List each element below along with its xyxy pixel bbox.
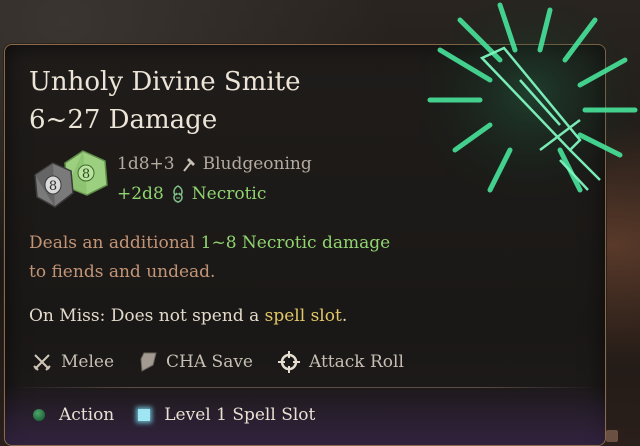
necrotic-skull-icon — [173, 185, 183, 203]
damage-rolls: 1d8+3 Bludgeoning +2d8 Necrotic — [117, 149, 312, 209]
spell-properties: Melee CHA Save Attack Roll — [31, 350, 428, 374]
spell-title-block: Unholy Divine Smite 6~27 Damage — [29, 63, 301, 139]
spell-cost: Action Level 1 Spell Slot — [33, 405, 339, 425]
cost-action: Action — [33, 405, 114, 425]
on-miss-text: On Miss: Does not spend a spell slot. — [29, 301, 347, 331]
footer-divider — [15, 387, 595, 388]
spell-description: Deals an additional 1~8 Necrotic damage … — [29, 229, 449, 287]
description-prefix: Deals an additional — [29, 233, 201, 253]
property-save: CHA Save — [138, 351, 253, 373]
action-dot-icon — [33, 409, 45, 421]
spell-name: Unholy Divine Smite — [29, 67, 301, 97]
d8-front-die: 8 — [34, 162, 74, 208]
scene-corner-mark — [606, 430, 618, 442]
spell-slot-link: spell slot — [264, 306, 342, 326]
description-suffix: to fiends and undead. — [29, 262, 216, 282]
mace-icon — [182, 158, 195, 172]
on-miss-prefix: On Miss: Does not spend a — [29, 306, 265, 326]
cost-label: Level 1 Spell Slot — [164, 405, 316, 425]
spell-slot-icon — [138, 409, 151, 421]
property-label: Attack Roll — [309, 352, 404, 372]
description-highlight: 1~8 Necrotic damage — [200, 233, 391, 253]
dice-icon: 8 8 — [34, 150, 108, 208]
spell-sword-glow-icon — [420, 0, 640, 210]
damage-type: Bludgeoning — [202, 154, 312, 174]
cost-label: Action — [59, 405, 115, 425]
crossed-swords-icon — [33, 354, 51, 371]
property-attack-roll: Attack Roll — [277, 350, 404, 374]
damage-dice: 1d8+3 — [117, 154, 175, 174]
property-label: CHA Save — [166, 352, 253, 372]
damage-row-bludgeoning: 1d8+3 Bludgeoning — [117, 149, 312, 179]
d8-back-value: 8 — [82, 167, 90, 182]
damage-range: 6~27 Damage — [29, 105, 218, 135]
shield-save-icon — [140, 352, 157, 372]
d8-front-value: 8 — [49, 179, 57, 194]
crosshair-icon — [278, 351, 300, 373]
damage-type: Necrotic — [191, 184, 267, 204]
property-melee: Melee — [31, 351, 114, 373]
property-label: Melee — [61, 352, 115, 372]
on-miss-suffix: . — [341, 306, 348, 326]
cost-spell-slot: Level 1 Spell Slot — [138, 405, 315, 425]
damage-dice: +2d8 — [117, 184, 164, 204]
damage-row-necrotic: +2d8 Necrotic — [117, 179, 312, 209]
